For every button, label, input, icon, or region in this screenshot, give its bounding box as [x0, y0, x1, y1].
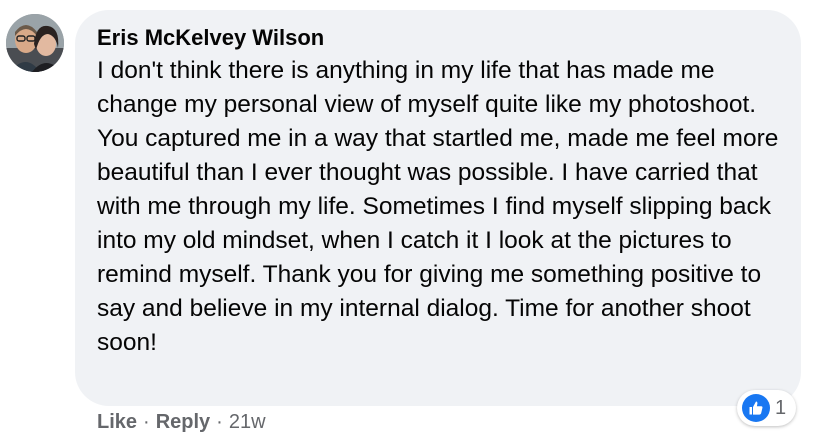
avatar[interactable] [6, 14, 64, 72]
like-button[interactable]: Like [97, 411, 137, 432]
comment-bubble: Eris McKelvey Wilson I don't think there… [75, 10, 801, 406]
comment-author[interactable]: Eris McKelvey Wilson [97, 24, 801, 52]
thumbs-up-icon [742, 394, 770, 422]
reply-button[interactable]: Reply [156, 411, 210, 432]
comment: Eris McKelvey Wilson I don't think there… [0, 0, 824, 432]
comment-text: I don't think there is anything in my li… [97, 57, 779, 356]
reaction-count: 1 [775, 396, 787, 419]
reaction-summary[interactable]: 1 [737, 390, 797, 426]
avatar-photo [6, 14, 64, 72]
action-separator: · [143, 411, 150, 432]
comment-timestamp[interactable]: 21w [229, 411, 266, 432]
action-separator: · [216, 411, 223, 432]
comment-actions: Like · Reply · 21w [97, 410, 266, 432]
